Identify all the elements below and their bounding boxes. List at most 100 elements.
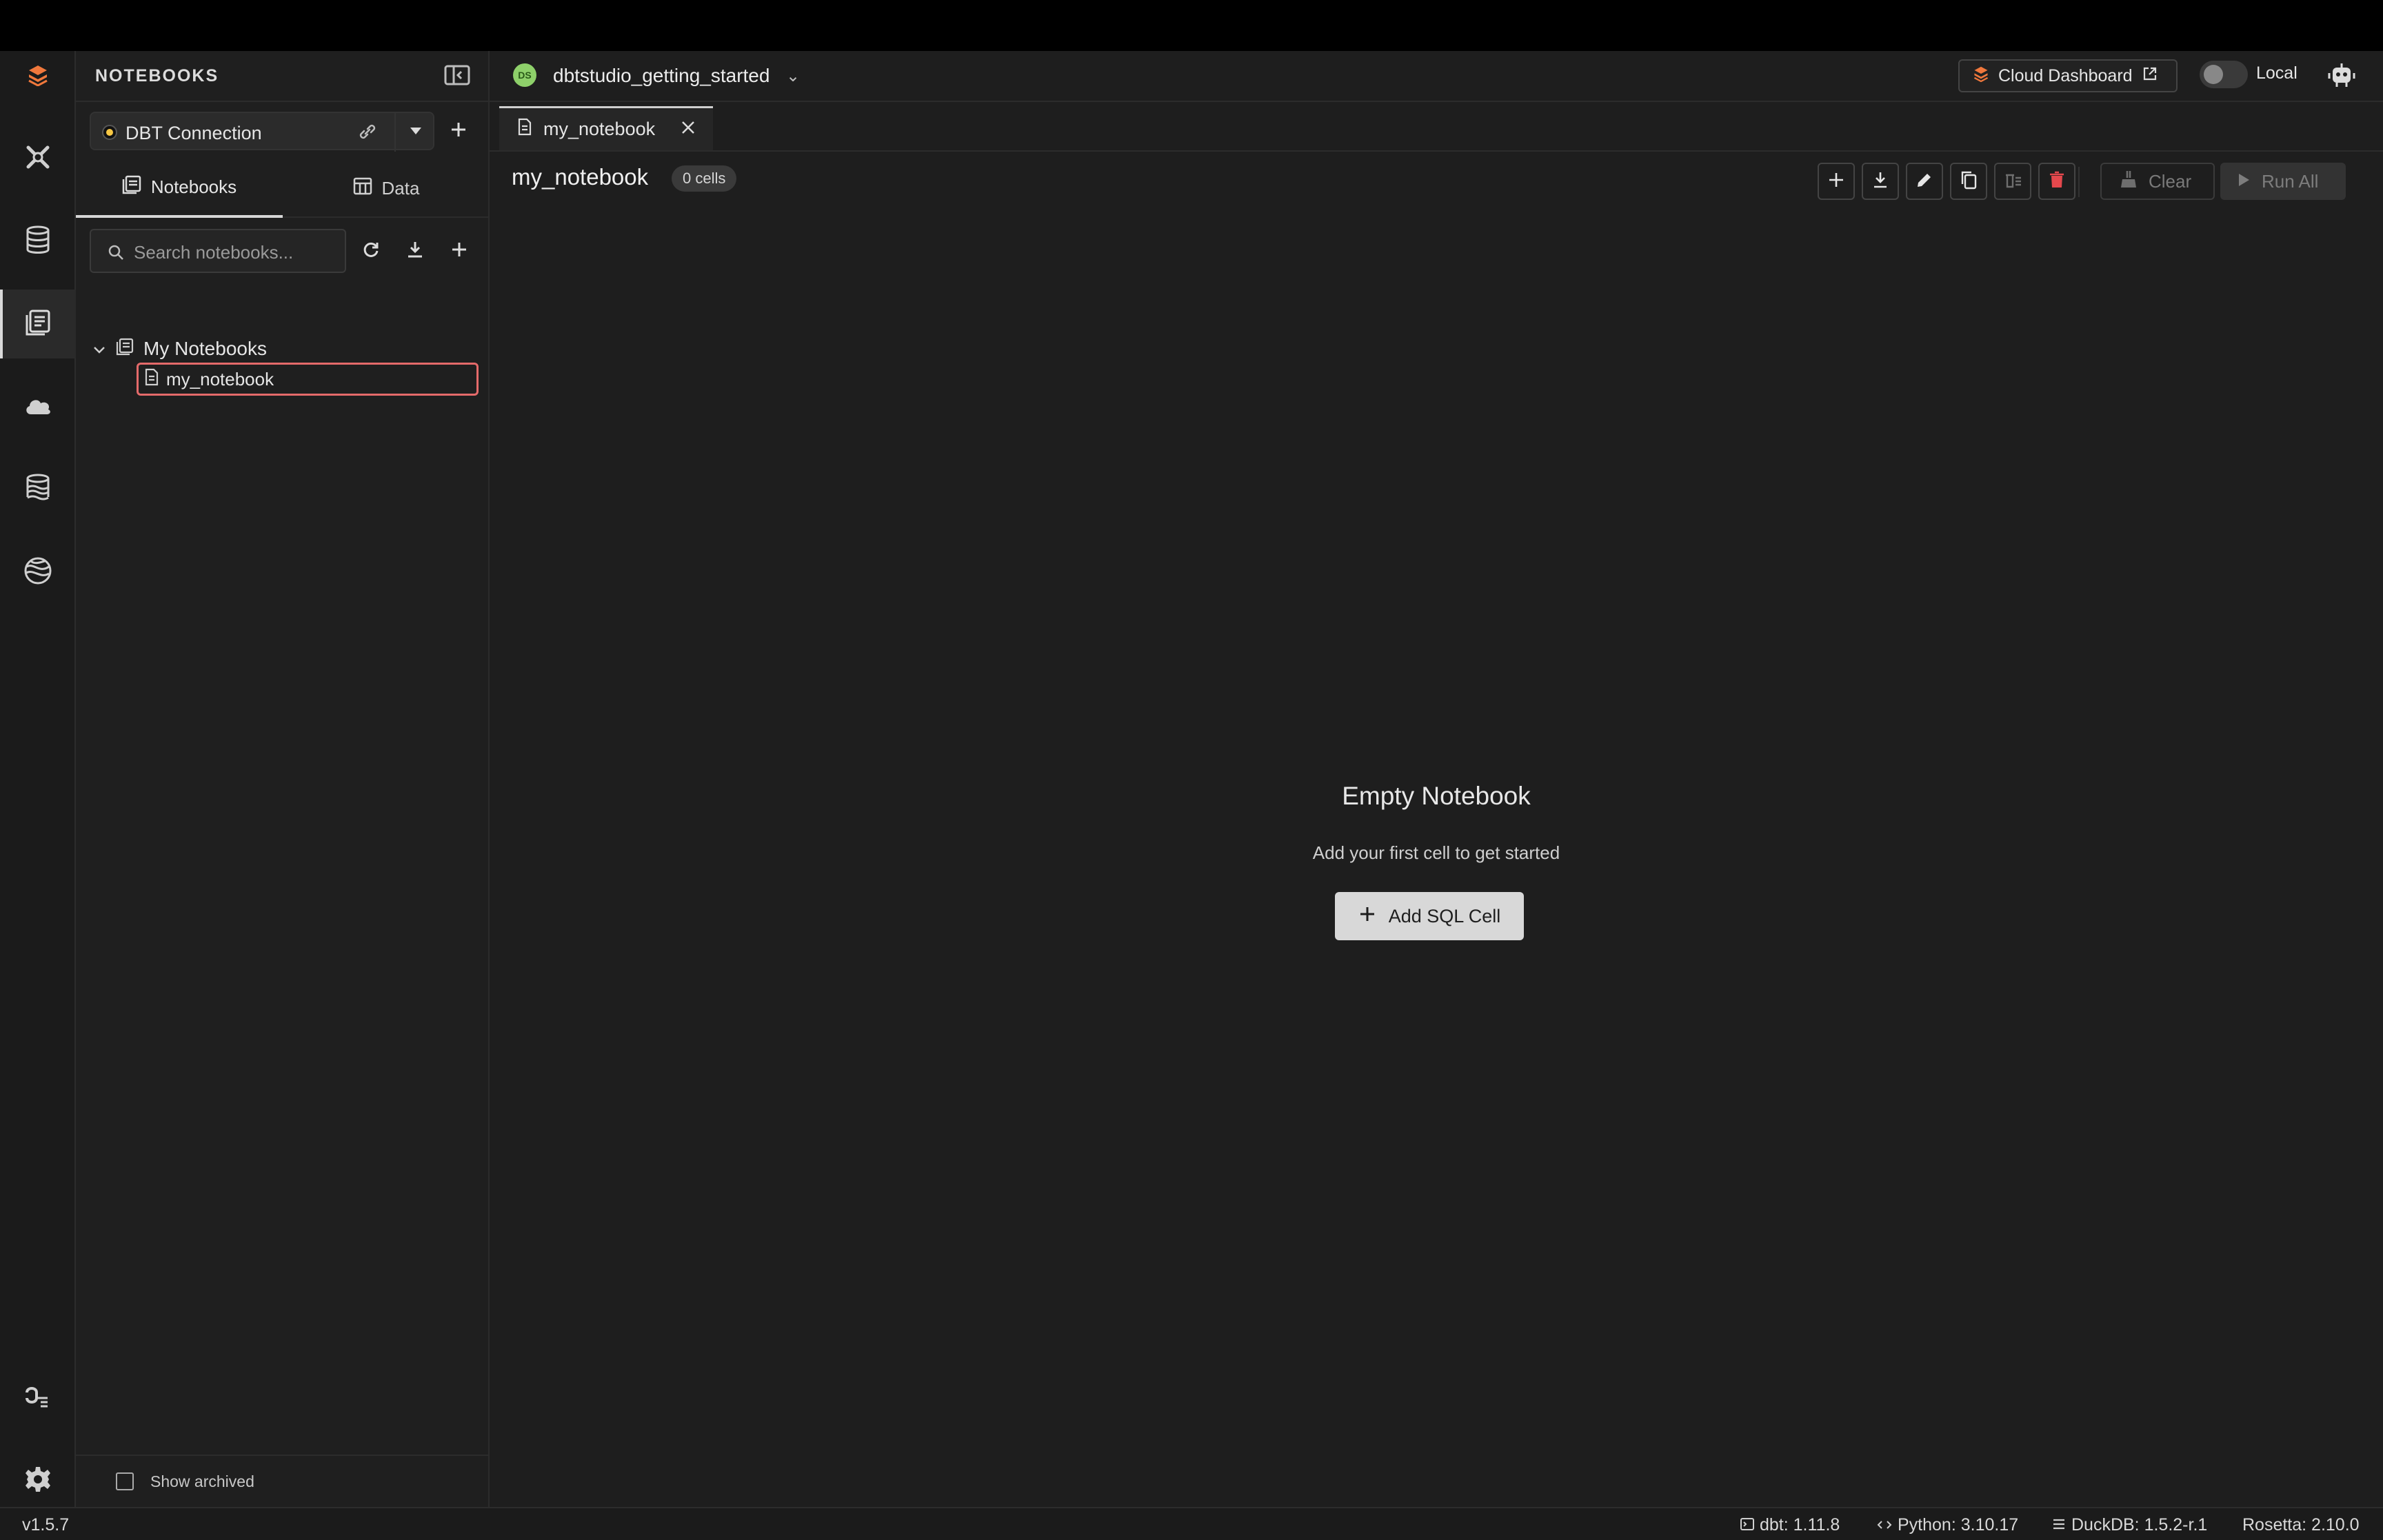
activity-settings[interactable]	[0, 1446, 76, 1515]
show-archived-checkbox[interactable]	[116, 1472, 134, 1490]
logo-small-icon	[1973, 65, 1989, 87]
delete-cells-button[interactable]	[1994, 163, 2031, 200]
python-version: Python: 3.10.17	[1877, 1515, 2018, 1535]
run-all-button[interactable]: Run All	[2220, 163, 2346, 200]
download-notebook-button[interactable]	[1862, 163, 1899, 200]
import-notebook-button[interactable]	[400, 236, 430, 266]
add-connection-button[interactable]	[441, 112, 476, 150]
tab-notebooks[interactable]: Notebooks	[76, 159, 283, 218]
connection-label: DBT Connection	[125, 123, 262, 143]
cloud-icon	[23, 395, 52, 419]
connection-selector-row: DBT Connection	[90, 112, 436, 152]
tab-data[interactable]: Data	[283, 159, 490, 218]
sidebar: NOTEBOOKS DBT Connection Notebooks Data …	[76, 51, 490, 1507]
activity-lake[interactable]	[0, 455, 76, 524]
activity-transform[interactable]	[0, 124, 76, 193]
rename-notebook-button[interactable]	[1906, 163, 1943, 200]
plus-icon	[1358, 905, 1376, 928]
chevron-down-icon[interactable]	[92, 338, 106, 360]
cloud-dashboard-label: Cloud Dashboard	[1998, 65, 2133, 85]
empty-subtitle: Add your first cell to get started	[1312, 842, 1560, 863]
app: NOTEBOOKS DBT Connection Notebooks Data …	[0, 51, 2383, 1540]
refresh-icon	[362, 241, 380, 262]
tab-data-label: Data	[381, 177, 420, 199]
project-caret-icon[interactable]: ⌄	[786, 66, 800, 86]
duckdb-version-label: DuckDB: 1.5.2-r.1	[2071, 1515, 2208, 1534]
new-notebook-button[interactable]	[444, 236, 474, 266]
connection-status-icon	[102, 125, 117, 140]
collapse-sidebar-button[interactable]	[441, 63, 473, 90]
delete-notebook-button[interactable]	[2038, 163, 2075, 200]
tab-my-notebook[interactable]: my_notebook	[499, 106, 713, 150]
python-version-label: Python: 3.10.17	[1898, 1515, 2019, 1534]
search-icon	[108, 245, 123, 260]
editor-tabs: my_notebook	[490, 103, 2383, 152]
broom-icon	[2120, 170, 2138, 194]
download-icon	[1872, 171, 1889, 192]
activity-notebooks[interactable]	[0, 290, 76, 358]
code-icon	[1877, 1515, 1892, 1535]
show-archived-label: Show archived	[150, 1472, 254, 1490]
empty-state: Empty Notebook Add your first cell to ge…	[490, 782, 2383, 1002]
python-icon	[24, 1384, 52, 1412]
tree-folder-label: My Notebooks	[143, 338, 267, 359]
download-icon	[406, 241, 424, 262]
cloud-dashboard-button[interactable]: Cloud Dashboard	[1958, 59, 2178, 92]
local-mode-toggle[interactable]	[2200, 61, 2248, 88]
robot-icon	[2328, 63, 2355, 91]
run-all-label: Run All	[2262, 170, 2319, 192]
plus-icon	[1828, 172, 1844, 192]
activity-python[interactable]	[0, 1364, 76, 1432]
plus-icon	[450, 121, 467, 142]
play-icon	[2237, 171, 2251, 192]
app-logo[interactable]	[0, 51, 76, 102]
project-selector[interactable]: dbtstudio_getting_started	[553, 65, 770, 87]
project-avatar: DS	[513, 63, 536, 87]
add-cell-button[interactable]	[1818, 163, 1855, 200]
gear-icon	[24, 1466, 52, 1497]
add-sql-cell-label: Add SQL Cell	[1388, 905, 1501, 926]
transform-icon	[24, 143, 52, 174]
globe-icon	[23, 556, 53, 589]
tab-label: my_notebook	[543, 119, 656, 139]
tree-folder-my-notebooks[interactable]: My Notebooks	[92, 335, 267, 363]
clear-list-icon	[2003, 171, 2022, 192]
copy-icon	[1960, 170, 1978, 193]
pencil-icon	[1916, 171, 1933, 192]
connection-select[interactable]: DBT Connection	[90, 112, 436, 152]
search-box	[90, 229, 346, 273]
file-icon	[144, 368, 159, 391]
clear-label: Clear	[2149, 170, 2192, 192]
add-sql-cell-button[interactable]: Add SQL Cell	[1335, 892, 1524, 940]
list-icon	[2052, 1515, 2066, 1535]
window-titlebar	[0, 0, 2383, 51]
dbt-version: dbt: 1.11.8	[1740, 1515, 1840, 1535]
activity-cloud[interactable]	[0, 372, 76, 441]
duckdb-version: DuckDB: 1.5.2-r.1	[2052, 1515, 2207, 1535]
tree-item-my-notebook[interactable]: my_notebook	[137, 363, 479, 396]
link-icon[interactable]	[357, 121, 378, 145]
plus-icon	[451, 241, 467, 261]
sidebar-header: NOTEBOOKS	[76, 51, 490, 102]
mode-label: Local	[2256, 63, 2297, 83]
duplicate-notebook-button[interactable]	[1950, 163, 1987, 200]
clear-outputs-button[interactable]: Clear	[2100, 163, 2215, 200]
dbt-version-label: dbt: 1.11.8	[1760, 1515, 1840, 1534]
activity-bar	[0, 51, 76, 1507]
external-link-icon	[2142, 66, 2158, 86]
activity-database[interactable]	[0, 207, 76, 276]
assistant-button[interactable]	[2328, 62, 2355, 92]
notebooks-tab-icon	[122, 175, 141, 199]
file-icon	[517, 118, 532, 141]
cell-count-badge: 0 cells	[672, 165, 737, 192]
search-input[interactable]	[134, 240, 338, 265]
activity-globe[interactable]	[0, 538, 76, 607]
notebook-search-row	[90, 229, 476, 274]
connection-dropdown-button[interactable]	[394, 113, 436, 152]
sidebar-footer: Show archived	[76, 1455, 490, 1507]
close-icon[interactable]	[680, 119, 696, 141]
notebook-title: my_notebook	[512, 164, 649, 190]
refresh-button[interactable]	[356, 236, 386, 266]
trash-icon	[2049, 171, 2065, 192]
tree-item-label: my_notebook	[166, 368, 274, 389]
